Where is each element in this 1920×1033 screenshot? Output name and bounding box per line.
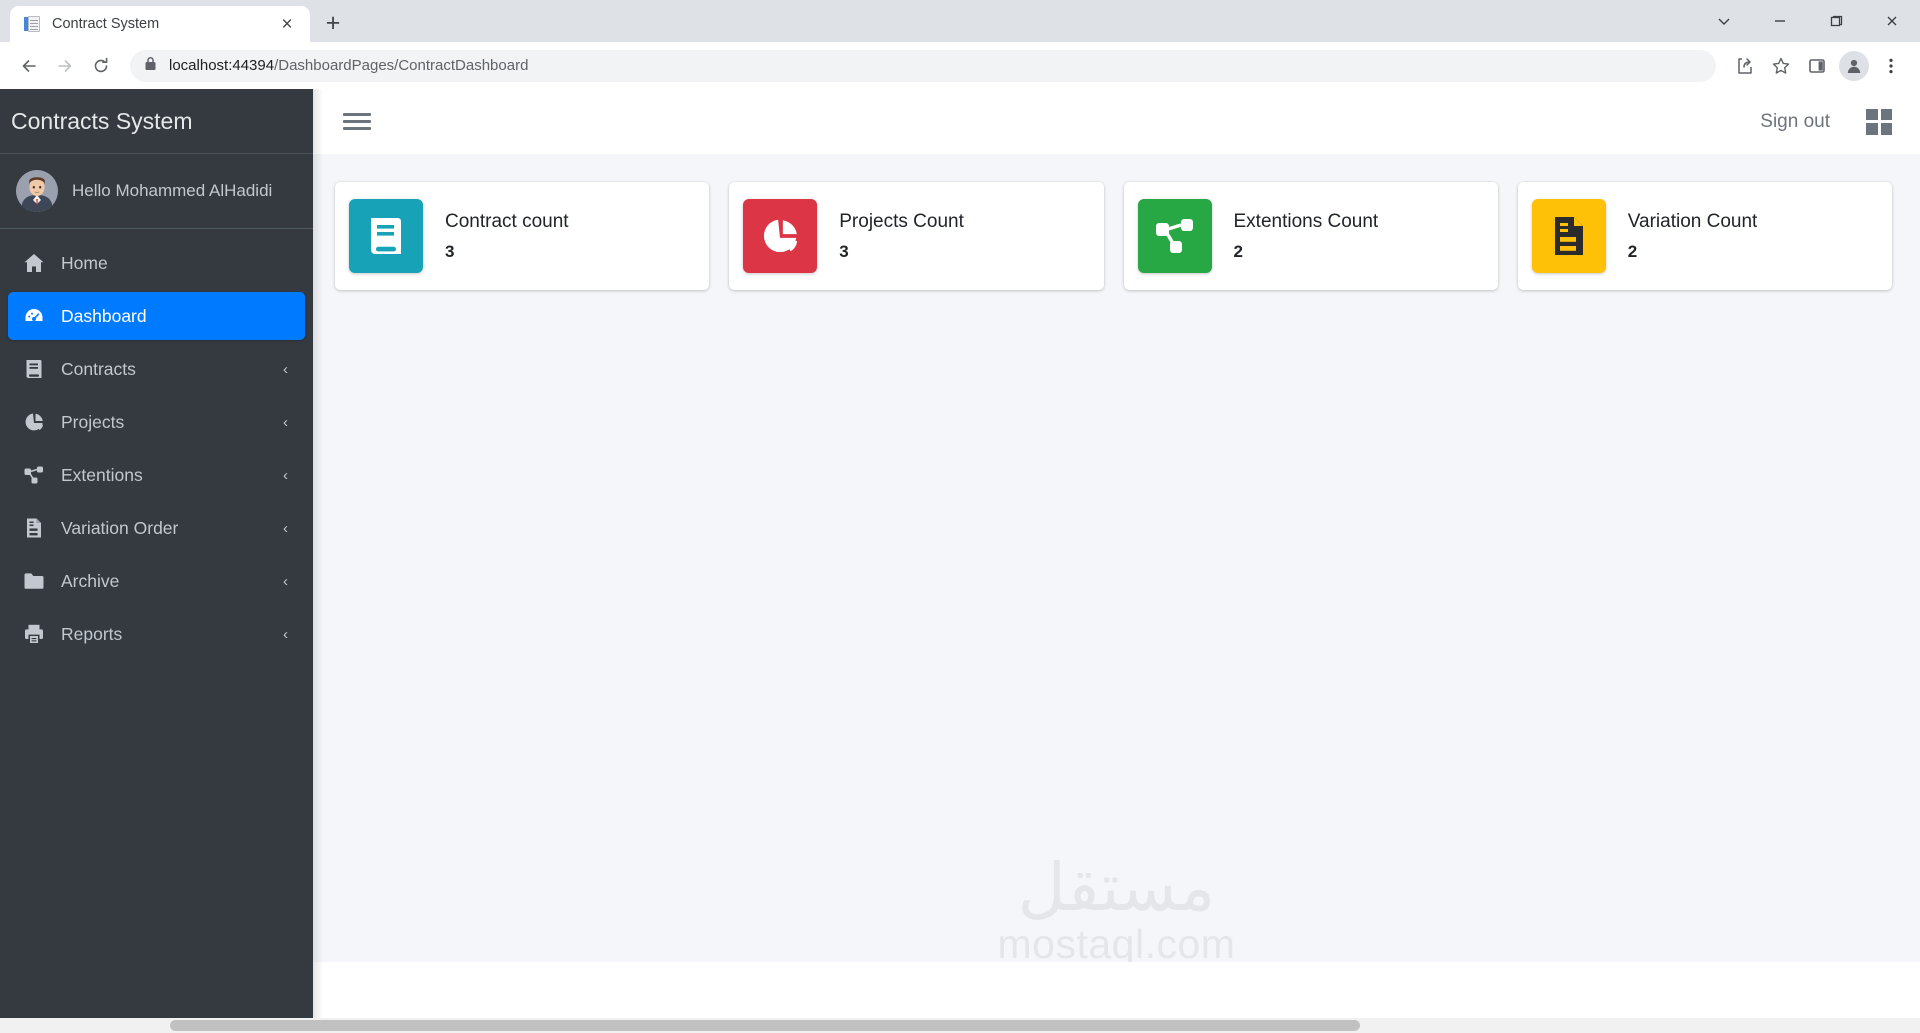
sidebar-item-home[interactable]: Home: [8, 239, 305, 287]
maximize-icon[interactable]: [1808, 0, 1864, 42]
watermark-latin-text: mostaql.com: [997, 920, 1236, 962]
sidebar-brand-label: Contracts System: [11, 107, 193, 134]
window-controls: [1696, 0, 1920, 42]
folder-icon: [21, 571, 47, 591]
horizontal-scrollbar[interactable]: [0, 1018, 1920, 1033]
stat-card-title: Contract count: [445, 210, 569, 232]
mostaql-watermark: مستقل mostaql.com: [313, 848, 1920, 962]
stat-cards-row: Contract count 3 Projects Count 3 Extent…: [335, 182, 1892, 290]
grid-icon[interactable]: [1866, 108, 1892, 135]
watermark-arabic-text: مستقل: [1017, 848, 1216, 926]
stat-card-body: Variation Count 2: [1628, 211, 1758, 262]
close-icon[interactable]: ×: [274, 11, 300, 37]
stat-card-projects-count[interactable]: Projects Count 3: [729, 182, 1104, 290]
browser-window: Contract System × + localhost:44394/Dash…: [0, 0, 1920, 1033]
page-viewport: Contracts System Hello Mohammed AlHadidi…: [0, 89, 1920, 1033]
stat-card-title: Variation Count: [1627, 210, 1758, 232]
reload-icon[interactable]: [84, 49, 118, 83]
stat-card-title: Extentions Count: [1233, 210, 1379, 232]
sidebar-item-label: Home: [61, 252, 108, 273]
close-icon[interactable]: [1864, 0, 1920, 42]
sidebar-item-chevron: ‹: [283, 360, 288, 378]
sidebar-item-label: Dashboard: [61, 305, 147, 326]
sidebar-item-contracts[interactable]: Contracts ‹: [8, 345, 305, 393]
sidebar-item-label: Reports: [61, 623, 123, 644]
chevron-down-icon[interactable]: [1696, 0, 1752, 42]
main-content: Sign out Contract count 3 Projects Count…: [313, 89, 1920, 1033]
sidebar-item-chevron: ‹: [283, 413, 288, 431]
file-document-icon: [21, 517, 47, 539]
book-icon: [21, 358, 47, 380]
sign-out-link[interactable]: Sign out: [1760, 111, 1830, 133]
sidebar-item-extentions[interactable]: Extentions ‹: [8, 451, 305, 499]
sidebar-item-label: Projects: [61, 411, 125, 432]
address-bar[interactable]: localhost:44394/DashboardPages/ContractD…: [130, 49, 1716, 82]
document-icon: [24, 15, 41, 33]
stat-card-extentions-count[interactable]: Extentions Count 2: [1123, 182, 1498, 290]
sitemap-icon: [1137, 199, 1212, 273]
stat-card-body: Extentions Count 2: [1234, 211, 1379, 262]
sidebar-item-dashboard[interactable]: Dashboard: [8, 292, 305, 340]
sidebar-item-chevron: ‹: [283, 625, 288, 643]
sidebar-item-reports[interactable]: Reports ‹: [8, 610, 305, 658]
stat-card-body: Contract count 3: [445, 211, 569, 262]
stat-card-value: 3: [445, 241, 455, 261]
stat-card-variation-count[interactable]: Variation Count 2: [1517, 182, 1892, 290]
home-icon: [21, 252, 47, 274]
three-dot-menu-icon[interactable]: [1874, 49, 1908, 83]
address-bar-url: localhost:44394/DashboardPages/ContractD…: [169, 57, 528, 74]
toolbar-actions: [1728, 49, 1908, 83]
sidebar-user-name: Hello Mohammed AlHadidi: [72, 181, 273, 200]
file-document-icon: [1531, 199, 1606, 273]
forward-arrow-icon[interactable]: [48, 49, 82, 83]
dashboard-page: Contract count 3 Projects Count 3 Extent…: [313, 154, 1920, 962]
sidebar-item-projects[interactable]: Projects ‹: [8, 398, 305, 446]
sidebar-item-chevron: ‹: [283, 466, 288, 484]
share-icon[interactable]: [1728, 49, 1762, 83]
sidebar-user-panel[interactable]: Hello Mohammed AlHadidi: [0, 154, 313, 229]
stat-card-value: 3: [839, 241, 849, 261]
scrollbar-track[interactable]: [0, 1018, 170, 1033]
sidebar-item-label: Extentions: [61, 464, 143, 485]
sidebar-item-label: Contracts: [61, 358, 136, 379]
sidebar-item-variation-order[interactable]: Variation Order ‹: [8, 504, 305, 552]
stat-card-body: Projects Count 3: [839, 211, 964, 262]
profile-avatar-icon[interactable]: [1839, 50, 1869, 81]
user-avatar: [16, 170, 58, 212]
printer-icon: [21, 623, 47, 645]
sidebar-item-chevron: ‹: [283, 519, 288, 537]
sidebar-item-chevron: ‹: [283, 572, 288, 590]
url-host: localhost:44394: [169, 57, 275, 74]
sidebar-brand[interactable]: Contracts System: [0, 89, 313, 154]
minimize-icon[interactable]: [1752, 0, 1808, 42]
top-navbar: Sign out: [313, 89, 1920, 154]
url-path: /DashboardPages/ContractDashboard: [274, 57, 529, 74]
scrollbar-thumb[interactable]: [170, 1020, 1360, 1031]
book-icon: [349, 199, 423, 273]
stat-card-value: 2: [1627, 241, 1638, 261]
browser-toolbar: localhost:44394/DashboardPages/ContractD…: [0, 42, 1920, 89]
browser-tab[interactable]: Contract System ×: [10, 6, 310, 42]
sidebar-nav: Home Dashboard Contracts ‹ Projects ‹ Ex…: [0, 229, 313, 663]
stat-card-title: Projects Count: [839, 210, 964, 232]
sitemap-icon: [21, 465, 47, 485]
lock-icon: [144, 56, 157, 76]
stat-card-value: 2: [1233, 241, 1243, 261]
sidebar: Contracts System Hello Mohammed AlHadidi…: [0, 89, 313, 1033]
sidebar-item-archive[interactable]: Archive ‹: [8, 557, 305, 605]
stat-card-contract-count[interactable]: Contract count 3: [335, 182, 710, 290]
pie-chart-icon: [743, 199, 818, 273]
hamburger-icon[interactable]: [337, 102, 377, 142]
dashboard-gauge-icon: [21, 305, 47, 327]
sidebar-item-label: Variation Order: [61, 517, 179, 538]
sidebar-item-label: Archive: [61, 570, 120, 591]
browser-tab-strip: Contract System × +: [0, 0, 1920, 42]
side-panel-icon[interactable]: [1800, 49, 1834, 83]
new-tab-button[interactable]: +: [316, 6, 350, 40]
star-icon[interactable]: [1764, 49, 1798, 83]
back-arrow-icon[interactable]: [12, 49, 46, 83]
pie-chart-icon: [21, 411, 47, 433]
browser-tab-title: Contract System: [52, 16, 160, 32]
